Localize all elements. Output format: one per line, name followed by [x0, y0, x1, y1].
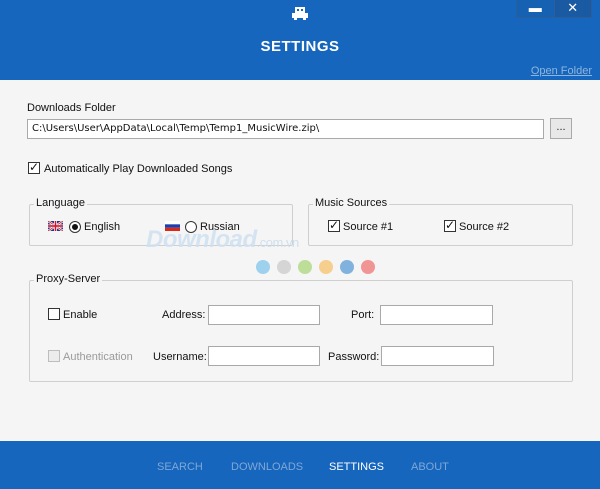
uk-flag-icon [48, 221, 63, 231]
password-field[interactable] [381, 346, 494, 366]
watermark-dot [298, 260, 312, 274]
music-sources-title: Music Sources [313, 197, 390, 209]
russian-radio[interactable] [185, 221, 197, 233]
authentication-checkbox[interactable] [48, 350, 60, 362]
username-label: Username: [153, 351, 207, 363]
close-button[interactable]: ✕ [554, 0, 591, 17]
source-1-checkbox[interactable] [328, 218, 340, 232]
page-title: SETTINGS [260, 38, 340, 55]
open-folder-link[interactable]: Open Folder [531, 65, 592, 77]
source-2-label: Source #2 [459, 221, 510, 233]
authentication-label: Authentication [63, 351, 133, 363]
proxy-group-title: Proxy-Server [34, 273, 103, 285]
address-label: Address: [162, 309, 206, 321]
watermark-dots [256, 260, 375, 274]
english-radio[interactable] [69, 221, 81, 233]
source-1-label: Source #1 [343, 221, 394, 233]
watermark-dot [361, 260, 375, 274]
watermark-dot [340, 260, 354, 274]
watermark-dot [256, 260, 270, 274]
nav-about[interactable]: ABOUT [411, 461, 449, 473]
address-field[interactable] [208, 305, 320, 325]
language-group-title: Language [34, 197, 87, 209]
proxy-group: Proxy-Server [29, 273, 573, 382]
russia-flag-icon [165, 221, 180, 231]
nav-settings[interactable]: SETTINGS [329, 461, 384, 473]
watermark-dot [277, 260, 291, 274]
proxy-enable-label: Enable [63, 309, 98, 321]
nav-search[interactable]: SEARCH [157, 461, 203, 473]
nav-downloads[interactable]: DOWNLOADS [231, 461, 303, 473]
proxy-enable-checkbox[interactable] [48, 308, 60, 320]
russian-label: Russian [200, 221, 240, 233]
browse-button[interactable]: ... [550, 118, 572, 139]
password-label: Password: [328, 351, 380, 363]
bottom-nav: SEARCH DOWNLOADS SETTINGS ABOUT [0, 441, 600, 489]
source-2-checkbox[interactable] [444, 218, 456, 232]
downloads-path-field[interactable]: C:\Users\User\AppData\Local\Temp\Temp1_M… [27, 119, 544, 139]
port-field[interactable] [380, 305, 493, 325]
downloads-folder-label: Downloads Folder [27, 102, 116, 114]
minimize-button[interactable]: ▬ [517, 0, 555, 17]
autoplay-checkbox[interactable] [28, 160, 40, 174]
title-bar: ▬ ✕ SETTINGS [0, 0, 600, 80]
port-label: Port: [351, 309, 375, 321]
username-field[interactable] [208, 346, 320, 366]
autoplay-label: Automatically Play Downloaded Songs [44, 163, 233, 175]
english-label: English [84, 221, 121, 233]
watermark-dot [319, 260, 333, 274]
app-logo-icon [292, 7, 308, 20]
window-controls: ▬ ✕ [516, 0, 592, 18]
